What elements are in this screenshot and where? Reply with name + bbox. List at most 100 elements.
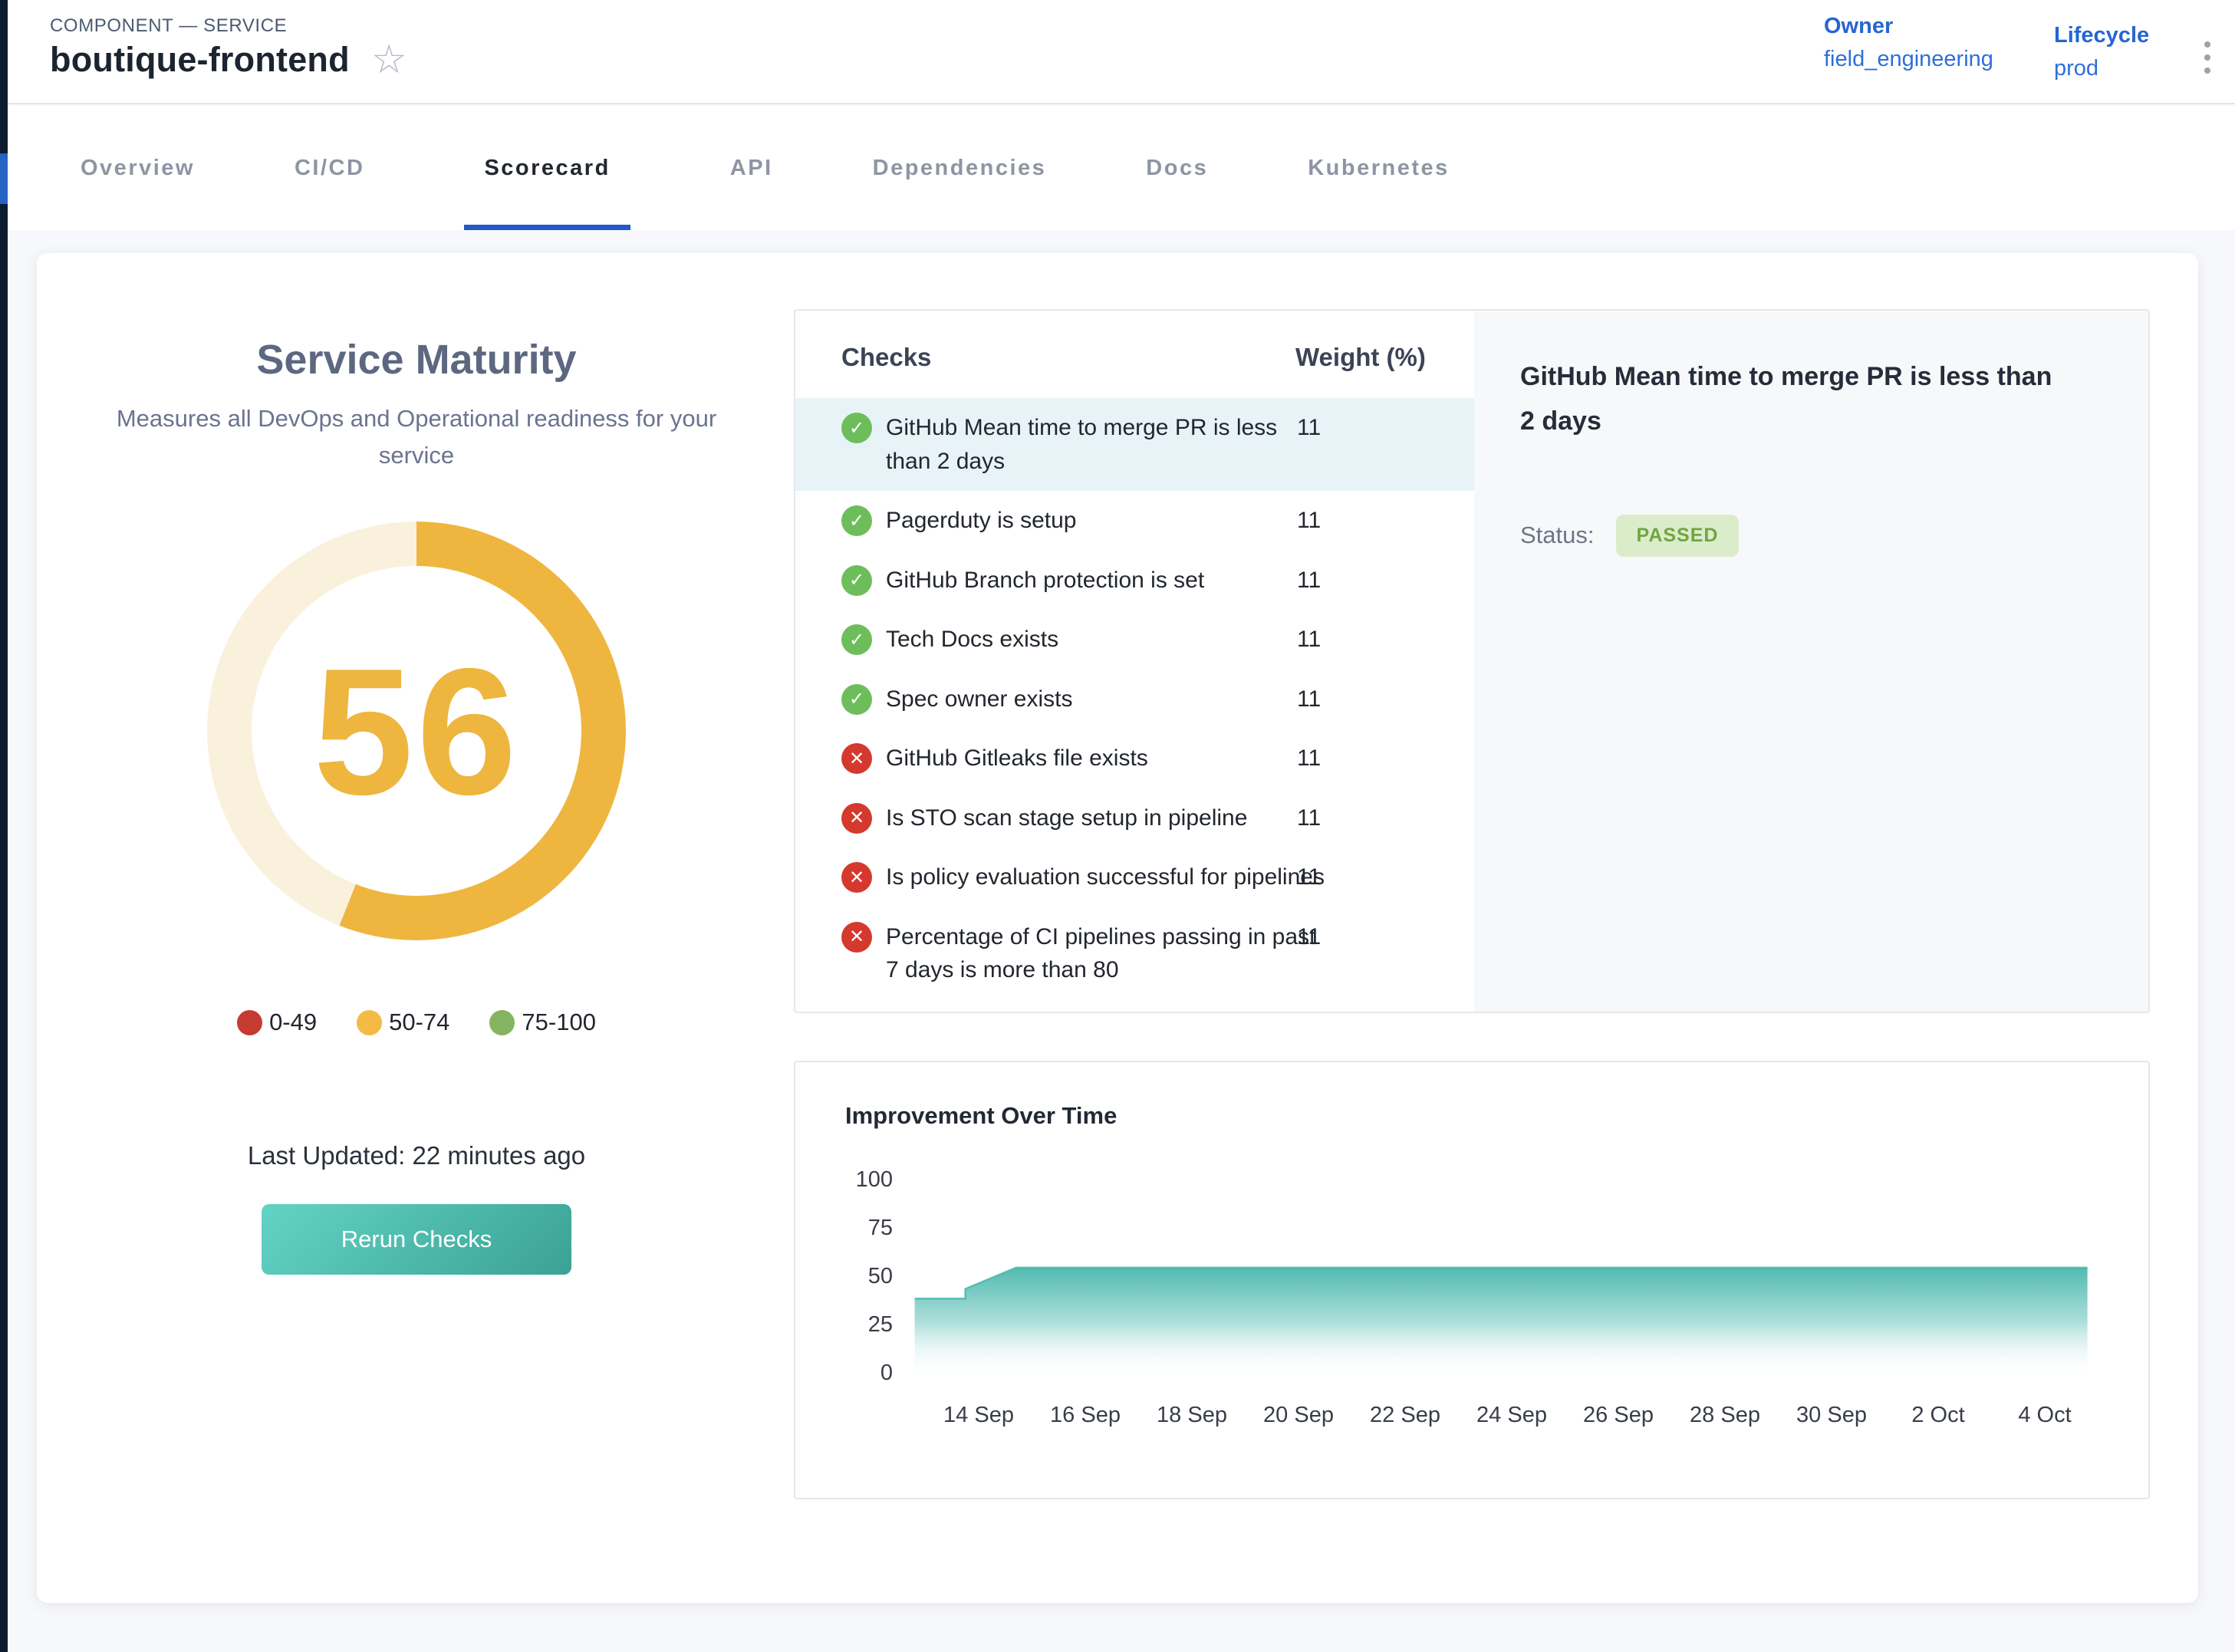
x-axis-tick: 20 Sep: [1237, 1403, 1360, 1428]
check-weight: 11: [1297, 504, 1459, 538]
legend-label: 0-49: [269, 1009, 317, 1036]
y-axis-tick: 50: [795, 1264, 893, 1289]
check-label: Is STO scan stage setup in pipeline: [886, 801, 1340, 835]
y-axis-tick: 75: [795, 1216, 893, 1241]
entity-kind-label: COMPONENT — SERVICE: [50, 15, 287, 37]
sidebar-active-indicator: [0, 153, 8, 204]
check-detail-title: GitHub Mean time to merge PR is less tha…: [1520, 355, 2072, 444]
x-axis-tick: 26 Sep: [1557, 1403, 1680, 1428]
lifecycle-value: prod: [2054, 56, 2149, 81]
legend-label: 75-100: [522, 1009, 596, 1036]
scorecard-card: Service Maturity Measures all DevOps and…: [37, 253, 2198, 1603]
check-status-row: Status: PASSED: [1520, 515, 2102, 557]
y-axis-tick: 0: [795, 1361, 893, 1386]
check-row[interactable]: ✕ GitHub Gitleaks file exists11: [795, 729, 1474, 788]
x-axis-tick: 4 Oct: [1983, 1403, 2106, 1428]
owner-label: Owner: [1824, 14, 1993, 39]
x-axis-tick: 14 Sep: [917, 1403, 1040, 1428]
x-axis-tick: 2 Oct: [1877, 1403, 2000, 1428]
checks-column-header: Checks: [841, 343, 1340, 372]
check-passed-icon: ✓: [841, 624, 872, 655]
check-label: Spec owner exists: [886, 683, 1340, 716]
check-weight: 11: [1297, 861, 1459, 894]
owner-link[interactable]: field_engineering: [1824, 47, 1993, 72]
status-badge: PASSED: [1616, 515, 1740, 557]
more-options-kebab-icon[interactable]: [2200, 37, 2215, 78]
check-row[interactable]: ✓ Spec owner exists11: [795, 670, 1474, 729]
checks-list: ✓ GitHub Mean time to merge PR is less th…: [795, 398, 1474, 1000]
check-passed-icon: ✓: [841, 684, 872, 715]
x-axis-tick: 22 Sep: [1344, 1403, 1466, 1428]
tab-api[interactable]: API: [730, 106, 773, 230]
scorecard-title: Service Maturity: [37, 336, 796, 383]
tab-bar: Overview CI/CD Scorecard API Dependencies Doc…: [8, 106, 2235, 230]
x-axis-tick: 24 Sep: [1450, 1403, 1573, 1428]
check-label: Percentage of CI pipelines passing in pa…: [886, 920, 1340, 987]
check-weight: 11: [1297, 564, 1459, 597]
check-weight: 11: [1297, 920, 1459, 987]
legend-item: 75-100: [489, 1009, 596, 1036]
checks-list-column: Checks Weight (%) ✓ GitHub Mean time to m…: [795, 311, 1474, 1012]
check-failed-icon: ✕: [841, 743, 872, 774]
check-row[interactable]: ✓Pagerduty is setup11: [795, 491, 1474, 551]
tab-kubernetes[interactable]: Kubernetes: [1308, 106, 1450, 230]
maturity-column: Service Maturity Measures all DevOps and…: [37, 253, 796, 1603]
y-axis-tick: 100: [795, 1167, 893, 1193]
check-row[interactable]: ✕ Is policy evaluation successful for pip…: [795, 847, 1474, 907]
check-detail-panel: GitHub Mean time to merge PR is less tha…: [1474, 311, 2148, 1012]
check-row[interactable]: ✕ Is STO scan stage setup in pipeline11: [795, 788, 1474, 848]
check-label: GitHub Gitleaks file exists: [886, 742, 1340, 775]
check-passed-icon: ✓: [841, 413, 872, 443]
entity-title-row: boutique-frontend ☆: [50, 40, 407, 80]
legend-item: 0-49: [237, 1009, 317, 1036]
legend-dot-icon: [237, 1010, 262, 1035]
tab-dependencies[interactable]: Dependencies: [873, 106, 1047, 230]
check-failed-icon: ✕: [841, 862, 872, 893]
check-weight: 11: [1297, 742, 1459, 775]
maturity-score: 56: [313, 627, 519, 835]
check-row[interactable]: ✓ GitHub Mean time to merge PR is less th…: [795, 398, 1474, 491]
score-legend: 0-49 50-74 75-100: [37, 1009, 796, 1036]
x-axis-tick: 30 Sep: [1770, 1403, 1893, 1428]
improvement-chart-panel: Improvement Over Time 1007550250 14 Sep1…: [794, 1061, 2150, 1499]
improvement-area-chart: [914, 1173, 2103, 1377]
checks-table-header: Checks Weight (%): [795, 343, 1474, 398]
y-axis-tick: 25: [795, 1312, 893, 1338]
check-row[interactable]: ✕Percentage of CI pipelines passing in p…: [795, 907, 1474, 1000]
tab-ci-cd[interactable]: CI/CD: [295, 106, 364, 230]
legend-item: 50-74: [357, 1009, 449, 1036]
legend-label: 50-74: [389, 1009, 449, 1036]
page-title: boutique-frontend: [50, 40, 350, 80]
legend-dot-icon: [357, 1010, 382, 1035]
collapsed-sidebar-rail[interactable]: [0, 0, 8, 1652]
maturity-gauge: 56: [207, 522, 626, 940]
check-weight: 11: [1297, 623, 1459, 657]
check-label: Tech Docs exists: [886, 623, 1340, 657]
check-label: GitHub Mean time to merge PR is less tha…: [886, 411, 1340, 478]
lifecycle-block: Lifecycle prod: [2054, 23, 2149, 81]
page-header: COMPONENT — SERVICE boutique-frontend ☆ …: [8, 0, 2235, 104]
checks-panel: Checks Weight (%) ✓ GitHub Mean time to m…: [794, 309, 2150, 1013]
check-failed-icon: ✕: [841, 803, 872, 834]
check-label: Pagerduty is setup: [886, 504, 1340, 538]
scorecard-subtitle: Measures all DevOps and Operational read…: [79, 400, 754, 474]
tab-scorecard[interactable]: Scorecard: [464, 106, 630, 230]
chart-title: Improvement Over Time: [845, 1102, 1117, 1130]
check-passed-icon: ✓: [841, 565, 872, 596]
check-weight: 11: [1297, 683, 1459, 716]
favorite-star-icon[interactable]: ☆: [371, 40, 407, 80]
weight-column-header: Weight (%): [1295, 343, 1459, 372]
check-weight: 11: [1297, 801, 1459, 835]
check-row[interactable]: ✓GitHub Branch protection is set11: [795, 551, 1474, 610]
tab-overview[interactable]: Overview: [81, 106, 195, 230]
tab-docs[interactable]: Docs: [1146, 106, 1208, 230]
status-label: Status:: [1520, 522, 1595, 549]
x-axis-tick: 16 Sep: [1024, 1403, 1147, 1428]
x-axis-tick: 18 Sep: [1131, 1403, 1253, 1428]
check-row[interactable]: ✓ Tech Docs exists11: [795, 610, 1474, 670]
check-label: Is policy evaluation successful for pipe…: [886, 861, 1340, 894]
gauge-hole: 56: [252, 566, 581, 896]
last-updated-text: Last Updated: 22 minutes ago: [37, 1141, 796, 1170]
rerun-checks-button[interactable]: Rerun Checks: [262, 1204, 571, 1275]
legend-dot-icon: [489, 1010, 515, 1035]
